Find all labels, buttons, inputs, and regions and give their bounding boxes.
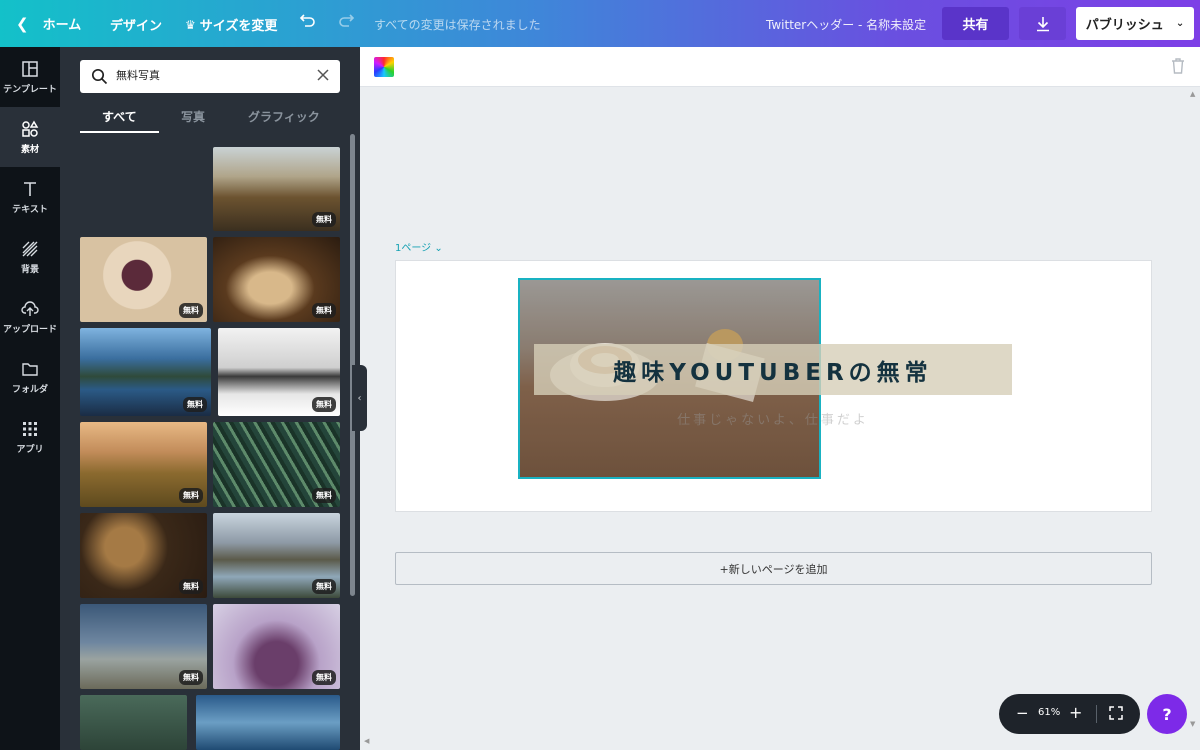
left-rail: テンプレート 素材 テキスト 背景 アップロード フォルダ アプリ: [0, 47, 60, 750]
free-badge: 無料: [312, 397, 336, 412]
stock-photo-thumbnail[interactable]: 無料: [213, 604, 340, 689]
home-button[interactable]: ❮ ホーム: [16, 14, 82, 34]
chevron-left-icon: ❮: [16, 14, 29, 33]
editor-toolbar: [360, 47, 1200, 87]
rail-item-apps[interactable]: アプリ: [0, 407, 60, 467]
zoom-control: − 61% +: [999, 694, 1140, 734]
scroll-down-icon[interactable]: ▼: [1190, 720, 1195, 728]
upload-icon: [21, 300, 39, 316]
free-badge: 無料: [179, 488, 203, 503]
free-badge: 無料: [179, 303, 203, 318]
zoom-in-button[interactable]: +: [1069, 703, 1082, 722]
publish-label: パブリッシュ: [1085, 18, 1164, 33]
stock-photo-thumbnail[interactable]: 無料: [80, 513, 207, 598]
stock-photo-thumbnail[interactable]: [80, 695, 187, 750]
text-icon: [24, 181, 36, 196]
free-badge: 無料: [179, 670, 203, 685]
undo-icon: [299, 14, 315, 27]
resize-label: サイズを変更: [199, 19, 278, 34]
download-button[interactable]: [1019, 7, 1066, 40]
active-tab-indicator: [80, 131, 159, 133]
design-title-text[interactable]: 趣味YOUTUBERの無常: [534, 353, 1012, 387]
free-badge: 無料: [312, 670, 336, 685]
rail-item-text[interactable]: テキスト: [0, 167, 60, 227]
zoom-out-button[interactable]: −: [1016, 704, 1029, 722]
shapes-icon: [22, 120, 39, 137]
folder-icon: [22, 362, 38, 376]
redo-button[interactable]: [338, 12, 356, 30]
collapse-panel-button[interactable]: ‹: [352, 365, 367, 431]
crown-icon: ♛: [185, 17, 196, 32]
redo-icon: [339, 14, 355, 27]
canvas-scrollbar[interactable]: ▲ ▼: [1188, 88, 1200, 750]
rail-item-templates[interactable]: テンプレート: [0, 47, 60, 107]
page-label: 1ページ: [395, 243, 432, 254]
document-title[interactable]: Twitterヘッダー - 名称未設定: [766, 16, 926, 33]
rail-label: アプリ: [16, 444, 44, 455]
zoom-level[interactable]: 61%: [1038, 707, 1060, 718]
help-button[interactable]: ?: [1147, 694, 1187, 734]
search-input[interactable]: [116, 68, 306, 81]
page-selector[interactable]: 1ページ ⌄: [395, 239, 443, 254]
add-page-button[interactable]: +新しいページを追加: [395, 552, 1152, 585]
rail-label: テンプレート: [3, 84, 57, 95]
apps-icon: [23, 421, 37, 436]
stock-photo-thumbnail[interactable]: 無料: [80, 422, 207, 507]
layout-icon: [22, 60, 38, 77]
rail-item-folders[interactable]: フォルダ: [0, 347, 60, 407]
free-badge: 無料: [312, 579, 336, 594]
free-badge: 無料: [179, 579, 203, 594]
panel-tabs: すべて 写真 グラフィック: [80, 103, 340, 133]
stock-photo-thumbnail[interactable]: 無料: [80, 328, 211, 416]
close-icon[interactable]: [316, 68, 330, 82]
design-menu-button[interactable]: デザイン: [110, 15, 162, 34]
stock-photo-thumbnail[interactable]: 無料: [213, 237, 340, 322]
rail-item-background[interactable]: 背景: [0, 227, 60, 287]
rail-label: 素材: [20, 144, 39, 155]
scroll-left-icon[interactable]: ◀: [364, 737, 369, 745]
chevron-down-icon: ⌄: [1175, 18, 1185, 29]
download-icon: [1036, 16, 1049, 31]
stock-photo-thumbnail[interactable]: 無料: [213, 422, 340, 507]
tab-photos[interactable]: 写真: [181, 108, 205, 125]
share-button[interactable]: 共有: [942, 7, 1009, 40]
elements-panel: すべて 写真 グラフィック 無料 無料 無料 無料 無料 無料 無料 無料 無料…: [60, 47, 360, 750]
rail-label: 背景: [20, 264, 39, 275]
search-icon: [91, 68, 108, 85]
fullscreen-icon[interactable]: [1109, 706, 1123, 720]
rail-item-elements[interactable]: 素材: [0, 107, 60, 167]
undo-button[interactable]: [298, 12, 316, 30]
free-badge: 無料: [183, 397, 207, 412]
save-status: すべての変更は保存されました: [374, 18, 541, 32]
free-badge: 無料: [312, 488, 336, 503]
free-badge: 無料: [312, 212, 336, 227]
design-subtitle-text[interactable]: 仕事じゃないよ、仕事だよ: [534, 409, 1012, 428]
tab-all[interactable]: すべて: [102, 108, 137, 125]
stock-photo-thumbnail[interactable]: 無料: [218, 328, 340, 416]
scroll-up-icon[interactable]: ▲: [1190, 90, 1195, 98]
stock-photo-thumbnail[interactable]: 無料: [213, 147, 340, 231]
chevron-left-icon: ‹: [357, 392, 362, 404]
top-bar: ❮ ホーム デザイン ♛ サイズを変更 すべての変更は保存されました Twitt…: [0, 0, 1200, 47]
search-box[interactable]: [80, 60, 340, 93]
rail-item-upload[interactable]: アップロード: [0, 287, 60, 347]
zoom-divider: [1096, 705, 1097, 723]
rail-label: アップロード: [2, 324, 57, 335]
color-picker-button[interactable]: [374, 57, 394, 77]
stock-photo-thumbnail[interactable]: 無料: [80, 237, 207, 322]
resize-button[interactable]: ♛ サイズを変更: [185, 15, 278, 35]
rail-label: フォルダ: [11, 384, 48, 395]
rail-label: テキスト: [12, 204, 48, 215]
publish-button[interactable]: パブリッシュ ⌄: [1076, 7, 1194, 40]
free-badge: 無料: [312, 303, 336, 318]
background-icon: [22, 241, 38, 256]
stock-photo-thumbnail[interactable]: 無料: [213, 513, 340, 598]
chevron-down-icon: ⌄: [434, 243, 443, 254]
stock-photo-thumbnail[interactable]: [196, 695, 340, 750]
home-label: ホーム: [42, 18, 82, 33]
tab-graphics[interactable]: グラフィック: [248, 108, 320, 125]
trash-icon[interactable]: [1170, 57, 1186, 75]
stock-photo-thumbnail[interactable]: 無料: [80, 604, 207, 689]
